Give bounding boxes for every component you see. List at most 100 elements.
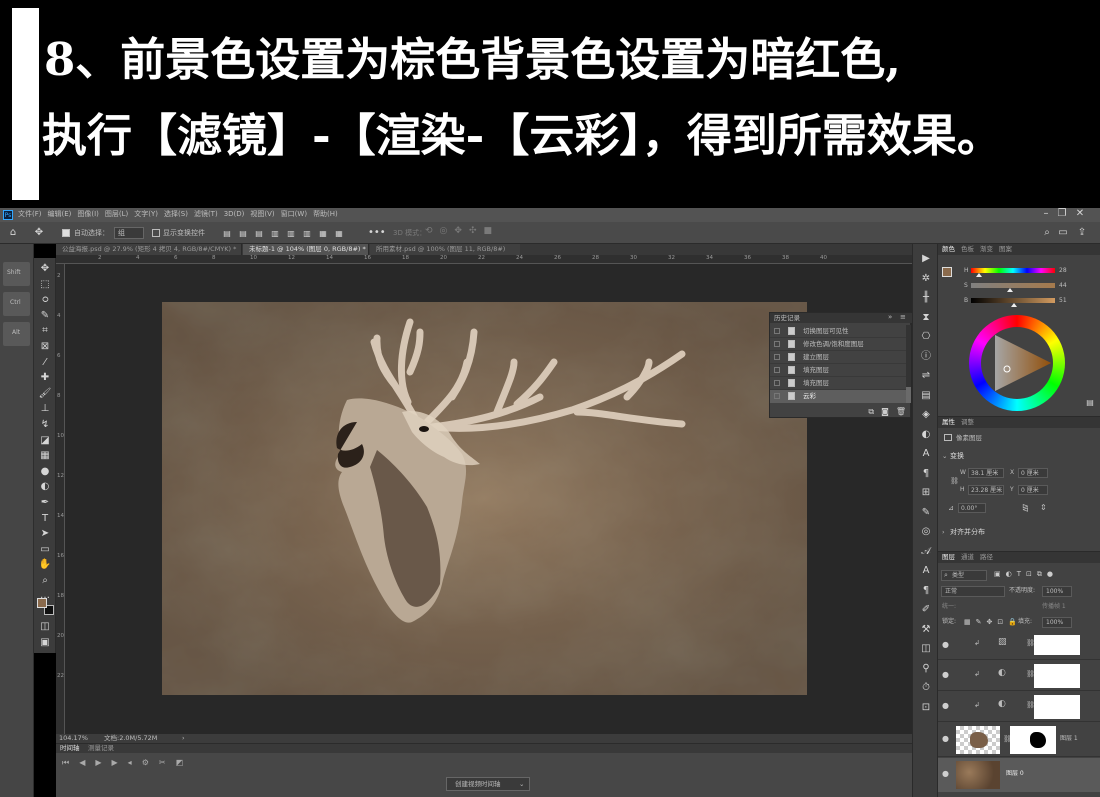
notes-icon[interactable]: ✐ bbox=[918, 603, 934, 617]
frame-icon[interactable]: ⊠ bbox=[37, 340, 53, 354]
opacity-field[interactable]: 100% bbox=[1042, 586, 1072, 597]
flip-horizontal-icon[interactable]: ⧎ bbox=[1022, 504, 1029, 512]
scale-3d-icon[interactable]: ■ bbox=[484, 226, 493, 236]
history-checkbox[interactable] bbox=[774, 393, 780, 399]
char-style-icon[interactable]: A bbox=[918, 564, 934, 578]
menu-edit[interactable]: 编辑(E) bbox=[48, 211, 72, 218]
marquee-icon[interactable]: ⬚ bbox=[37, 278, 53, 292]
clone-source-icon[interactable]: ⎔ bbox=[918, 330, 934, 344]
brush-settings-icon[interactable]: ✲ bbox=[918, 272, 934, 286]
history-checkbox[interactable] bbox=[774, 367, 780, 373]
distribute-icon[interactable]: ▦ bbox=[318, 227, 328, 241]
saturation-slider-handle[interactable] bbox=[1007, 288, 1013, 292]
stamp-icon[interactable]: ⊥ bbox=[37, 402, 53, 416]
align-section-toggle[interactable]: › bbox=[942, 529, 945, 536]
libraries-icon[interactable]: ▤ bbox=[918, 389, 934, 403]
history-checkbox[interactable] bbox=[774, 354, 780, 360]
visibility-eye-icon[interactable]: ● bbox=[942, 769, 949, 778]
slide-3d-icon[interactable]: ✣ bbox=[469, 226, 477, 236]
align-center-icon[interactable]: ▥ bbox=[286, 227, 296, 241]
crop-icon[interactable]: ⌗ bbox=[37, 324, 53, 338]
lasso-icon[interactable]: ഠ bbox=[37, 293, 53, 307]
layer-name[interactable]: 图层 0 bbox=[1006, 771, 1024, 777]
hand-icon[interactable]: ✋ bbox=[37, 558, 53, 572]
workspace-icon[interactable]: ▭ bbox=[1057, 226, 1069, 240]
canvas-area[interactable]: 历史记录 » ≡ 切换图层可见性 修改色调/饱和度图层 建立图层 填充图层 填充… bbox=[65, 264, 912, 734]
shift-key[interactable]: Shift bbox=[3, 262, 30, 286]
paths-icon[interactable]: ✎ bbox=[918, 506, 934, 520]
paragraph-icon[interactable]: ¶ bbox=[918, 467, 934, 481]
brushes-icon[interactable]: ╫ bbox=[918, 291, 934, 305]
timeline-tab[interactable]: 时间轴 bbox=[60, 745, 80, 752]
filter-type-icon[interactable]: T bbox=[1017, 570, 1021, 579]
create-timeline-dropdown-icon[interactable]: ⌄ bbox=[519, 781, 524, 788]
flip-vertical-icon[interactable]: ⇕ bbox=[1040, 504, 1047, 512]
character-icon[interactable]: A bbox=[918, 447, 934, 461]
3d-icon[interactable]: ◈ bbox=[918, 408, 934, 422]
type-icon[interactable]: T bbox=[37, 512, 53, 526]
menu-filter[interactable]: 滤镜(T) bbox=[194, 211, 218, 218]
color-wheel[interactable] bbox=[969, 315, 1065, 411]
color-triangle[interactable] bbox=[969, 315, 1065, 411]
split-icon[interactable]: ✂ bbox=[159, 758, 166, 768]
menu-image[interactable]: 图像(I) bbox=[77, 211, 99, 218]
color-fg-swatch[interactable] bbox=[942, 267, 952, 277]
layer-thumb[interactable] bbox=[956, 761, 1000, 789]
layer-mask-thumb[interactable] bbox=[1034, 664, 1080, 688]
layer-row-selected[interactable]: ● 图层 0 bbox=[938, 758, 1100, 792]
distribute-icon-2[interactable]: ▦ bbox=[334, 227, 344, 241]
home-icon[interactable]: ⌂ bbox=[6, 226, 20, 240]
menu-view[interactable]: 视图(V) bbox=[250, 211, 274, 218]
info-icon[interactable]: ⓘ bbox=[918, 350, 934, 364]
first-frame-icon[interactable]: ⏮ bbox=[62, 758, 69, 768]
dodge-icon[interactable]: ◐ bbox=[37, 480, 53, 494]
settings-icon[interactable]: ⚙ bbox=[142, 758, 149, 768]
propagate-label[interactable]: 传播帧 1 bbox=[1042, 604, 1066, 610]
lock-all-icon[interactable]: 🔒 bbox=[1008, 618, 1017, 626]
filter-pixel-icon[interactable]: ▣ bbox=[994, 570, 1001, 579]
width-field[interactable]: 38.1 厘米 bbox=[968, 468, 1004, 478]
quick-select-icon[interactable]: ✎ bbox=[37, 309, 53, 323]
menu-type[interactable]: 文字(Y) bbox=[134, 211, 158, 218]
orbit-3d-icon[interactable]: ⟲ bbox=[425, 226, 433, 236]
history-checkbox[interactable] bbox=[774, 380, 780, 386]
transform-checkbox[interactable] bbox=[152, 229, 160, 237]
color-panel-menu-icon[interactable]: ▤ bbox=[1084, 396, 1096, 410]
properties-tab[interactable]: 属性 bbox=[942, 417, 955, 428]
text-style-icon[interactable]: 𝒜 bbox=[918, 545, 934, 559]
menu-3d[interactable]: 3D(D) bbox=[224, 211, 245, 218]
menu-select[interactable]: 选择(S) bbox=[164, 211, 188, 218]
measurement-tab[interactable]: 测量记录 bbox=[88, 745, 114, 752]
layer-mask-thumb[interactable] bbox=[1010, 726, 1056, 754]
restore-icon[interactable]: ❐ bbox=[1056, 208, 1068, 220]
align-middle-icon[interactable]: ▤ bbox=[238, 227, 248, 241]
rectangle-icon[interactable]: ▭ bbox=[37, 543, 53, 557]
history-item[interactable]: 修改色调/饱和度图层 bbox=[770, 338, 906, 351]
filter-smart-icon[interactable]: ⧉ bbox=[1037, 570, 1042, 579]
visibility-eye-icon[interactable]: ● bbox=[942, 670, 949, 679]
brush-icon[interactable]: 🖌 bbox=[37, 387, 53, 401]
layers-tab[interactable]: 图层 bbox=[942, 552, 955, 563]
blur-icon[interactable]: ● bbox=[37, 465, 53, 479]
layer-row[interactable]: ● ⛓ 图层 1 bbox=[938, 723, 1100, 757]
eyedropper-icon[interactable]: ⁄ bbox=[37, 356, 53, 370]
link-icon[interactable]: ⛓ bbox=[950, 478, 959, 485]
document-canvas[interactable] bbox=[162, 302, 807, 695]
hue-slider-handle[interactable] bbox=[976, 273, 982, 277]
new-doc-from-state-icon[interactable]: ⧉ bbox=[868, 405, 874, 418]
layer-thumb[interactable] bbox=[956, 726, 1000, 754]
filter-shape-icon[interactable]: ⊡ bbox=[1026, 570, 1032, 579]
hue-slider[interactable] bbox=[971, 268, 1055, 273]
eraser-icon[interactable]: ◪ bbox=[37, 434, 53, 448]
angle-field[interactable]: 0.00° bbox=[958, 503, 986, 513]
play-icon[interactable]: ▶ bbox=[95, 758, 101, 768]
blend-mode-dropdown[interactable]: 正常 bbox=[941, 586, 1005, 597]
filter-adjust-icon[interactable]: ◐ bbox=[1006, 570, 1012, 579]
minimize-icon[interactable]: – bbox=[1040, 208, 1052, 220]
s-value[interactable]: 44 bbox=[1059, 283, 1067, 289]
history-icon[interactable]: ⧗ bbox=[918, 311, 934, 325]
channels-icon[interactable]: ◎ bbox=[918, 525, 934, 539]
doc-tab-1[interactable]: 公益海报.psd @ 27.9% (矩形 4 拷贝 4, RGB/8#/CMYK… bbox=[56, 244, 242, 255]
layer-filter-dropdown[interactable]: 类型 ⌕ bbox=[941, 570, 987, 581]
lock-paint-icon[interactable]: ✎ bbox=[976, 618, 982, 626]
